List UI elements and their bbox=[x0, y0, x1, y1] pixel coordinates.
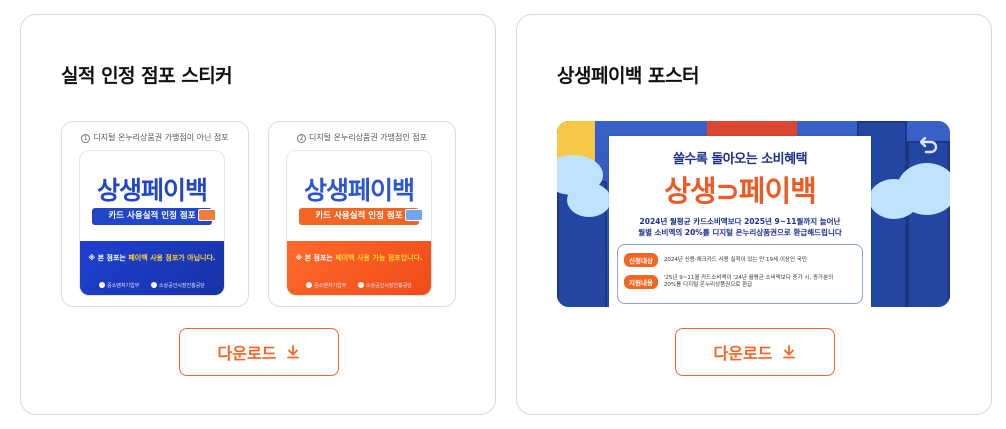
poster-headline: 쓸수록 돌아오는 소비혜택 bbox=[672, 152, 808, 167]
number-badge: 1 bbox=[81, 134, 91, 143]
download-label: 다운로드 bbox=[217, 346, 277, 363]
agency-logo: 소상공인시장진흥공단 bbox=[357, 282, 412, 289]
poster-sheet: 쓸수록 돌아오는 소비혜택 상생⊃페이백 2024년 월평균 카드소비액보다 2… bbox=[609, 136, 871, 307]
poster-card: 상생페이백 포스터 쓸수록 돌아오는 소비혜택 상생⊃페이백 2024년 월평균… bbox=[516, 14, 992, 415]
ministry-logo: 중소벤처기업부 bbox=[306, 282, 346, 289]
sticker-caption: 2 디지털 온누리상품권 가맹점인 점포 bbox=[269, 132, 455, 143]
download-arrow-icon bbox=[783, 345, 796, 359]
sticker-caption: 1 디지털 온누리상품권 가맹점이 아닌 점포 bbox=[62, 132, 248, 143]
card-icon bbox=[405, 209, 423, 221]
poster-brand: 상생⊃페이백 bbox=[664, 174, 817, 208]
sticker-logos: 중소벤처기업부 소상공인시장진흥공단 bbox=[80, 282, 224, 289]
card-title: 상생페이백 포스터 bbox=[557, 65, 699, 87]
sticker-brand: 상생페이백 bbox=[303, 176, 415, 205]
poster-description: 2024년 월평균 카드소비액보다 2025년 9~11월까지 늘어난 월별 소… bbox=[638, 217, 842, 237]
poster-row-benefit: 지원내용'25년 9~11월 카드소비액이 '24년 월평균 소비액보다 증가 … bbox=[624, 275, 856, 289]
poster-row-target: 신청대상 2024년 신용·체크카드 사용 실적이 있는 만 19세 이상인 국민 bbox=[624, 253, 856, 267]
poster-info-box: 신청대상 2024년 신용·체크카드 사용 실적이 있는 만 19세 이상인 국민… bbox=[617, 244, 863, 304]
download-label: 다운로드 bbox=[713, 346, 773, 363]
sticker-download-button[interactable]: 다운로드 bbox=[179, 328, 339, 376]
sticker-footer: ※ 본 점포는 페이백 사용 가능 점포입니다. 중소벤처기업부 소상공인시장진… bbox=[287, 241, 431, 295]
ministry-logo: 중소벤처기업부 bbox=[99, 282, 139, 289]
sticker-notice: ※ 본 점포는 페이백 사용 가능 점포입니다. bbox=[295, 254, 423, 262]
card-icon bbox=[198, 209, 216, 221]
return-arrow-icon bbox=[919, 136, 938, 154]
card-title: 실적 인정 점포 스티커 bbox=[61, 65, 233, 87]
sticker-thumbnail-non-member[interactable]: 1 디지털 온누리상품권 가맹점이 아닌 점포 상생페이백 카드 사용실적 인정 … bbox=[61, 121, 249, 307]
sticker-notice: ※ 본 점포는 페이백 사용 점포가 아닙니다. bbox=[88, 254, 216, 262]
sticker-image: 상생페이백 카드 사용실적 인정 점포 ※ 본 점포는 페이백 사용 가능 점포… bbox=[286, 150, 432, 296]
download-arrow-icon bbox=[287, 345, 300, 359]
poster-thumbnail[interactable]: 쓸수록 돌아오는 소비혜택 상생⊃페이백 2024년 월평균 카드소비액보다 2… bbox=[557, 121, 950, 307]
agency-logo: 소상공인시장진흥공단 bbox=[150, 282, 205, 289]
poster-download-button[interactable]: 다운로드 bbox=[675, 328, 835, 376]
number-badge: 2 bbox=[296, 134, 306, 143]
sticker-image: 상생페이백 카드 사용실적 인정 점포 ※ 본 점포는 페이백 사용 점포가 아… bbox=[79, 150, 225, 296]
sticker-card: 실적 인정 점포 스티커 1 디지털 온누리상품권 가맹점이 아닌 점포 상생페이… bbox=[20, 14, 496, 415]
sticker-pill: 카드 사용실적 인정 점포 bbox=[299, 208, 419, 225]
sticker-pill: 카드 사용실적 인정 점포 bbox=[92, 208, 212, 225]
sticker-logos: 중소벤처기업부 소상공인시장진흥공단 bbox=[287, 282, 431, 289]
sticker-thumbnail-member[interactable]: 2 디지털 온누리상품권 가맹점인 점포 상생페이백 카드 사용실적 인정 점포 … bbox=[268, 121, 456, 307]
sticker-footer: ※ 본 점포는 페이백 사용 점포가 아닙니다. 중소벤처기업부 소상공인시장진… bbox=[80, 241, 224, 295]
sticker-brand: 상생페이백 bbox=[96, 176, 208, 205]
